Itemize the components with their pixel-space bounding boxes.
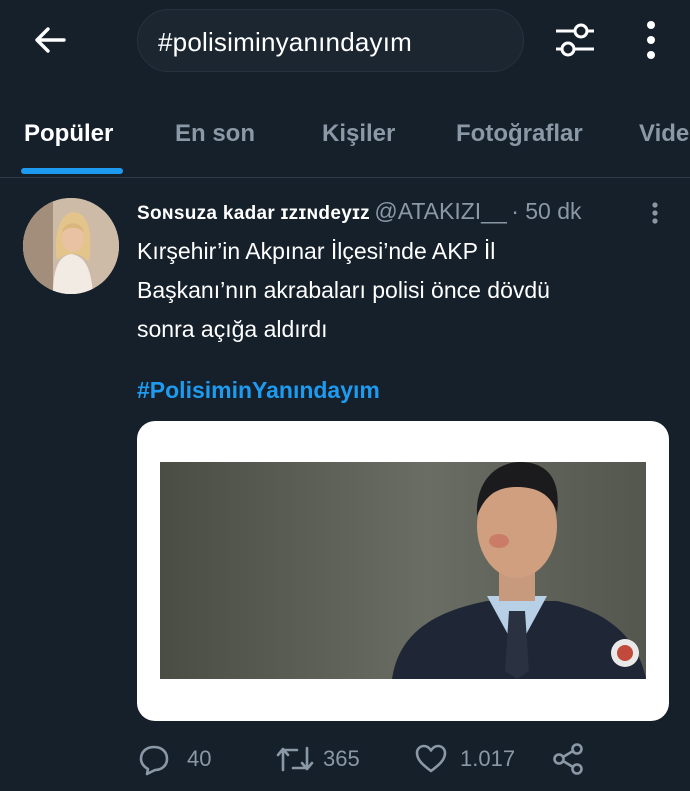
search-filter-icon[interactable] [553, 20, 597, 60]
search-query: #polisiminyanındayım [158, 27, 413, 57]
search-input[interactable]: #polisiminyanındayım [137, 9, 524, 72]
share-button[interactable] [551, 738, 587, 778]
display-name[interactable]: Sᴏɴsuza kadar ɪzɪɴdeyɪz [137, 203, 370, 224]
tweet-text-line: sonra açığa aldırdı [137, 316, 328, 342]
tweet-text-line: Başkanı’nın akrabaları polisi önce dövdü [137, 277, 550, 303]
share-icon [553, 743, 583, 775]
tweet-actions: 40 365 1.017 [137, 738, 637, 778]
tab-videos[interactable]: Vide [639, 120, 689, 148]
tweet-time: · 50 dk [511, 198, 582, 224]
user-handle[interactable]: @ATAKIZI__ [374, 198, 506, 224]
top-bar: #polisiminyanındayım [0, 0, 690, 84]
back-arrow-icon[interactable] [28, 20, 72, 60]
reply-count: 40 [187, 746, 212, 771]
heart-icon [415, 744, 447, 773]
tweet-header: Sᴏɴsuza kadar ɪzɪɴdeyɪz @ATAKIZI__ · 50 … [137, 198, 582, 230]
reply-button[interactable]: 40 [137, 738, 227, 778]
tab-people[interactable]: Kişiler [322, 120, 395, 148]
active-tab-indicator [21, 168, 123, 174]
avatar[interactable] [23, 198, 119, 294]
tab-photos[interactable]: Fotoğraflar [456, 120, 583, 148]
more-options-icon[interactable] [635, 18, 667, 62]
retweet-count: 365 [323, 746, 360, 771]
like-button[interactable]: 1.017 [414, 738, 534, 778]
retweet-icon [276, 746, 314, 772]
reply-icon [139, 745, 169, 776]
tweet-text-line: Kırşehir’in Akpınar İlçesi’nde AKP İl [137, 238, 496, 264]
tweet-more-icon[interactable] [645, 200, 665, 230]
tweet-media-image[interactable] [137, 421, 669, 721]
tweet-hashtag-link[interactable]: #PolisiminYanındayım [137, 377, 380, 404]
tweet-text: Kırşehir’in Akpınar İlçesi’nde AKP İl Ba… [137, 232, 657, 349]
like-count: 1.017 [460, 746, 516, 771]
tabs-divider [0, 177, 690, 178]
search-tabs: Popüler En son Kişiler Fotoğraflar Vide [0, 100, 690, 176]
tab-popular[interactable]: Popüler [24, 120, 113, 148]
tab-latest[interactable]: En son [175, 120, 255, 148]
retweet-button[interactable]: 365 [275, 738, 385, 778]
